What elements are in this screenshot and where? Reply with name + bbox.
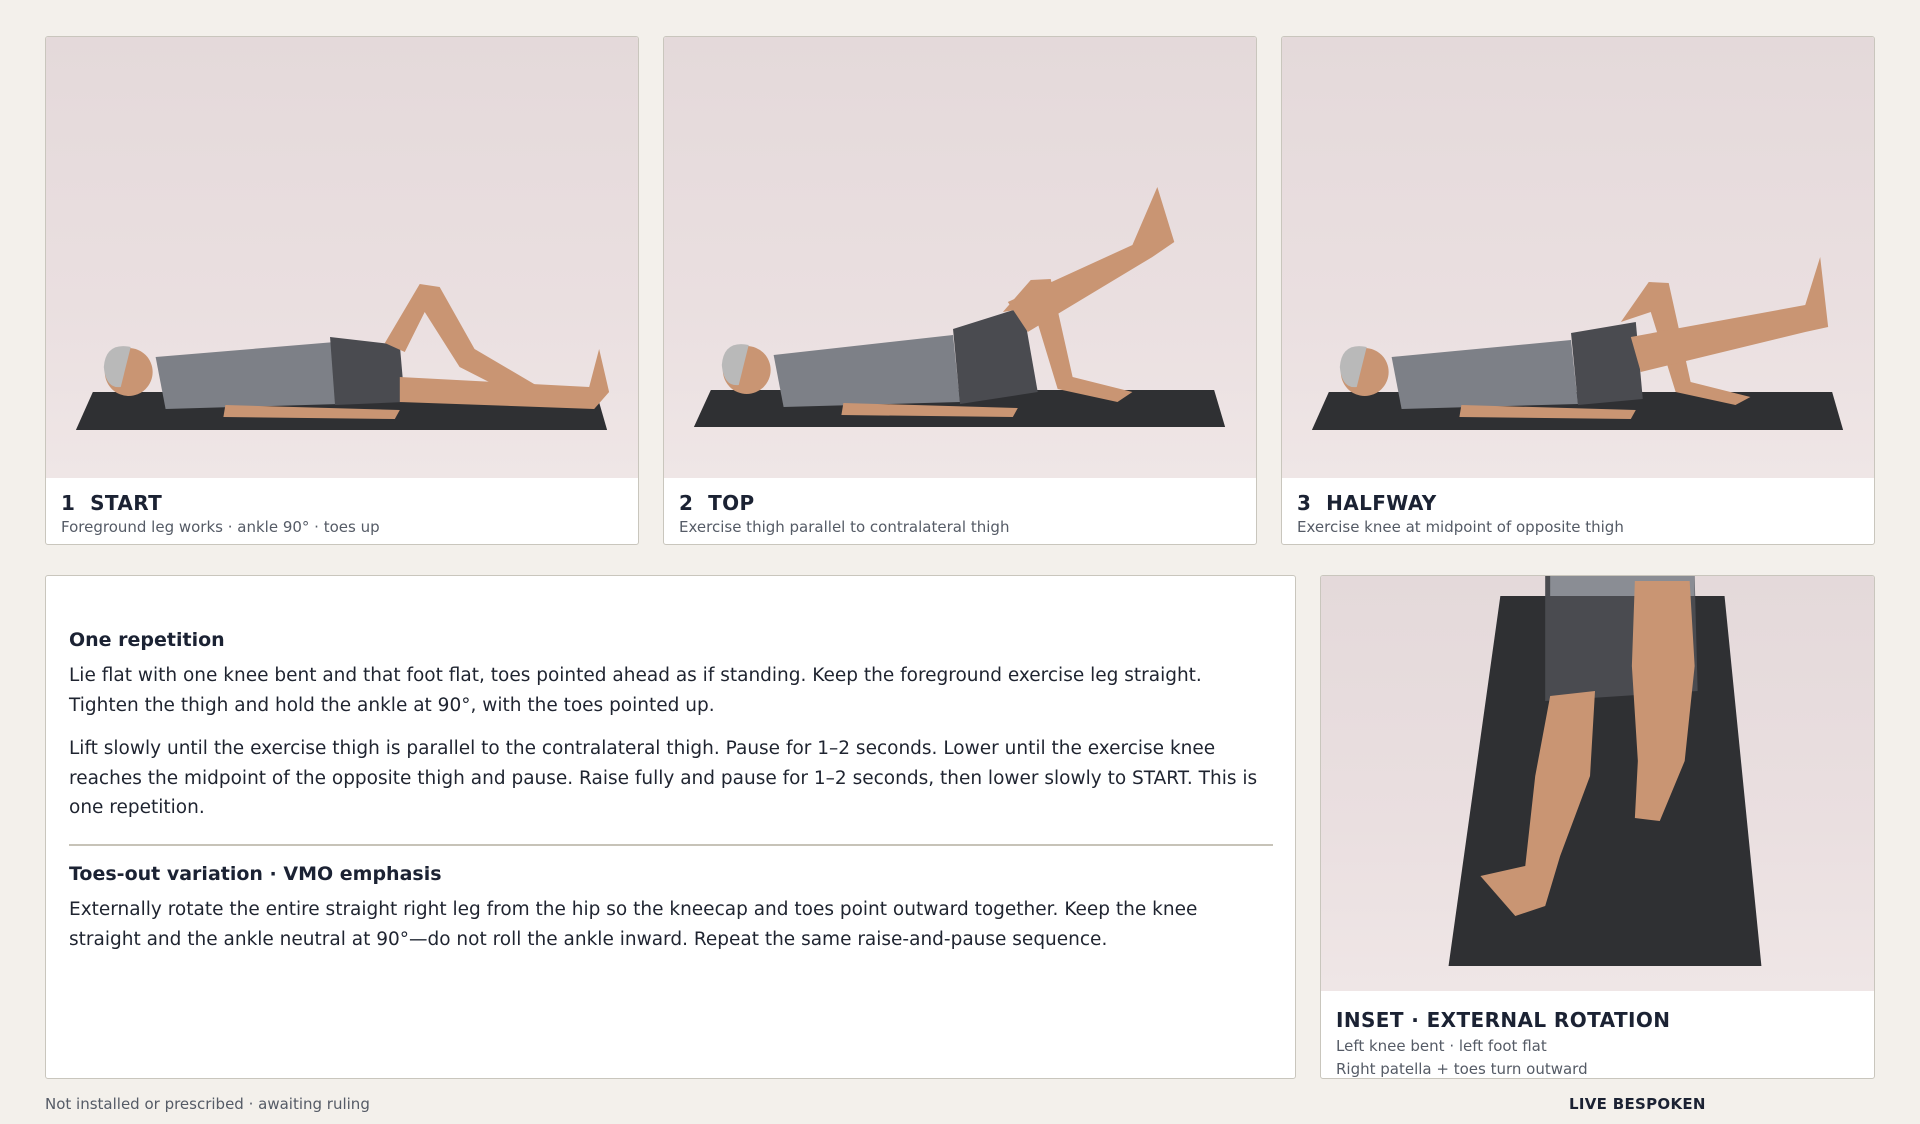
inset-line-1: Left knee bent · left foot flat <box>1336 1037 1547 1055</box>
instruction-paragraph: Lie flat with one knee bent and that foo… <box>69 665 1202 716</box>
instructions-panel: One repetition Lie flat with one knee be… <box>45 575 1296 1079</box>
start-pose-photo <box>46 37 638 478</box>
inset-title: INSET · EXTERNAL ROTATION <box>1336 1008 1671 1032</box>
step-caption: Foreground leg works · ankle 90° · toes … <box>61 518 380 536</box>
step-number: 2 <box>679 491 694 515</box>
step-label: START <box>90 491 163 515</box>
footer-status: Not installed or prescribed · awaiting r… <box>45 1095 370 1113</box>
step-label: TOP <box>708 491 755 515</box>
external-rotation-photo <box>1321 576 1874 991</box>
instruction-paragraph: Externally rotate the entire straight ri… <box>69 899 1198 950</box>
section-title-toes-out-variation: Toes-out variation · VMO emphasis <box>69 863 442 885</box>
step-card-start: 1 START Foreground leg works · ankle 90°… <box>45 36 639 545</box>
step-label: HALFWAY <box>1326 491 1437 515</box>
inset-card: INSET · EXTERNAL ROTATION Left knee bent… <box>1320 575 1875 1079</box>
step-card-halfway: 3 HALFWAY Exercise knee at midpoint of o… <box>1281 36 1875 545</box>
step-caption: Exercise knee at midpoint of opposite th… <box>1297 518 1624 536</box>
step-card-top: 2 TOP Exercise thigh parallel to contral… <box>663 36 1257 545</box>
footer-brand: LIVE BESPOKEN <box>1569 1095 1706 1113</box>
instruction-paragraph: Lift slowly until the exercise thigh is … <box>69 738 1258 818</box>
step-number: 3 <box>1297 491 1312 515</box>
inset-line-2: Right patella + toes turn outward <box>1336 1060 1588 1078</box>
halfway-pose-photo <box>1282 37 1874 478</box>
section-title-one-repetition: One repetition <box>69 629 225 651</box>
top-pose-photo <box>664 37 1256 478</box>
step-number: 1 <box>61 491 76 515</box>
step-caption: Exercise thigh parallel to contralateral… <box>679 518 1010 536</box>
section-divider <box>69 844 1273 846</box>
